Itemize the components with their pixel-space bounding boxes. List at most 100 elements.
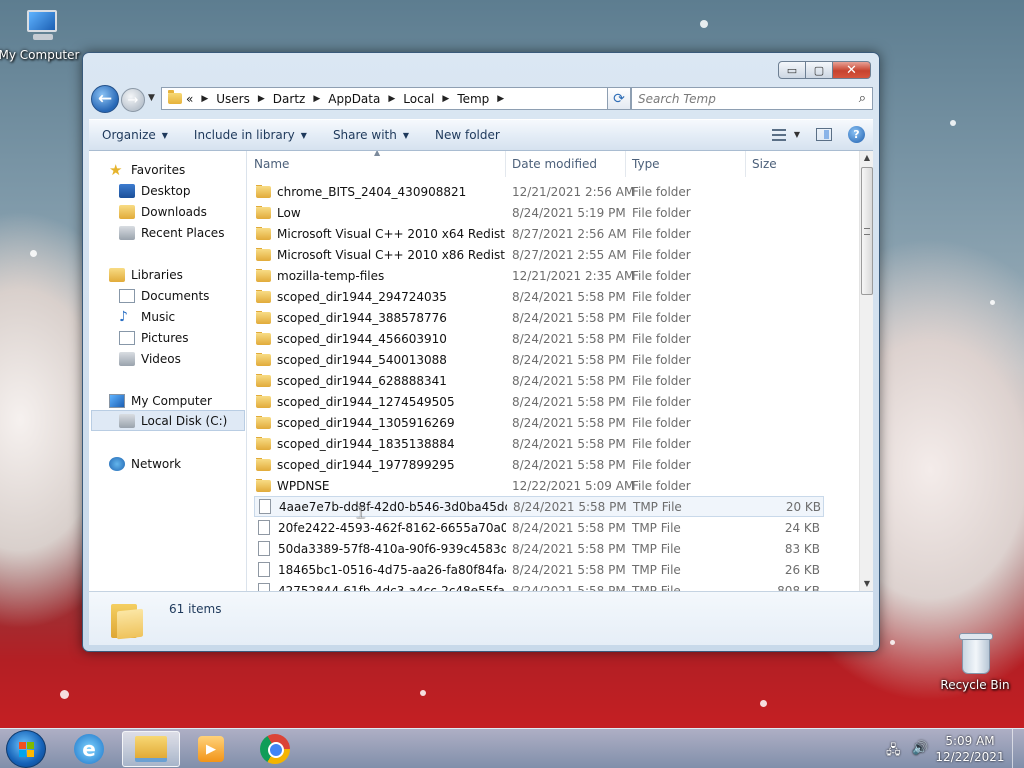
minimize-button[interactable]: ▭ xyxy=(778,61,806,79)
nav-pictures[interactable]: Pictures xyxy=(119,327,189,348)
table-row[interactable]: Microsoft Visual C++ 2010 x86 Redistrib.… xyxy=(254,244,824,265)
nav-my-computer[interactable]: My Computer xyxy=(109,390,212,411)
network-status-icon[interactable]: 🖧 xyxy=(886,741,902,758)
file-icon xyxy=(258,583,270,591)
address-prefix[interactable]: «▶ xyxy=(186,92,216,106)
breadcrumb-appdata[interactable]: AppData ▶ xyxy=(328,92,403,106)
table-row[interactable]: Low 8/24/2021 5:19 PM File folder xyxy=(254,202,824,223)
nav-desktop[interactable]: Desktop xyxy=(119,180,191,201)
help-icon[interactable]: ? xyxy=(848,126,865,143)
search-icon[interactable]: ⌕ xyxy=(859,91,866,106)
breadcrumb-local[interactable]: Local ▶ xyxy=(403,92,457,106)
table-row[interactable]: scoped_dir1944_628888341 8/24/2021 5:58 P… xyxy=(254,370,824,391)
table-row[interactable]: 50da3389-57f8-410a-90f6-939c4583d501.t..… xyxy=(254,538,824,559)
table-row[interactable]: scoped_dir1944_1977899295 8/24/2021 5:58 … xyxy=(254,454,824,475)
table-row[interactable]: scoped_dir1944_294724035 8/24/2021 5:58 P… xyxy=(254,286,824,307)
breadcrumb-dartz[interactable]: Dartz ▶ xyxy=(273,92,328,106)
scroll-up-arrow-icon[interactable]: ▲ xyxy=(860,151,874,165)
column-header-date-modified[interactable]: Date modified xyxy=(506,151,626,177)
table-row[interactable]: WPDNSE 12/22/2021 5:09 AM File folder xyxy=(254,475,824,496)
start-button[interactable] xyxy=(6,730,46,768)
volume-icon[interactable]: 🔊 xyxy=(912,741,928,756)
folder-icon xyxy=(256,184,271,198)
vertical-scrollbar[interactable]: ▲ ▼ xyxy=(859,151,873,591)
folder-icon xyxy=(256,226,271,240)
star-icon: ★ xyxy=(109,160,123,179)
scrollbar-thumb[interactable] xyxy=(861,167,873,295)
recent-pages-dropdown[interactable]: ▼ xyxy=(148,93,155,103)
nav-network[interactable]: Network xyxy=(109,453,181,474)
snowflake xyxy=(950,120,956,126)
search-input[interactable] xyxy=(638,91,838,106)
maximize-icon: ▢ xyxy=(813,63,825,77)
column-header-size[interactable]: Size xyxy=(746,151,826,177)
nav-music[interactable]: ♪ Music xyxy=(119,306,175,327)
breadcrumb-users[interactable]: Users ▶ xyxy=(216,92,273,106)
breadcrumb-temp[interactable]: Temp ▶ xyxy=(457,92,512,106)
desktop-icon-my-computer[interactable]: My Computer xyxy=(0,8,80,62)
table-row[interactable]: 4aae7e7b-dd8f-42d0-b546-3d0ba45dc20... 8/… xyxy=(254,496,824,517)
taskbar-chrome[interactable] xyxy=(246,731,304,767)
desktop-icon-recycle-bin[interactable]: Recycle Bin xyxy=(934,632,1016,692)
new-folder-button[interactable]: New folder xyxy=(422,128,513,142)
snowflake xyxy=(60,690,69,699)
table-row[interactable]: scoped_dir1944_456603910 8/24/2021 5:58 P… xyxy=(254,328,824,349)
chevron-right-icon[interactable]: ▶ xyxy=(442,94,449,104)
chevron-right-icon[interactable]: ▶ xyxy=(258,94,265,104)
date-modified-cell: 8/24/2021 5:58 PM xyxy=(512,310,626,325)
table-row[interactable]: scoped_dir1944_388578776 8/24/2021 5:58 P… xyxy=(254,307,824,328)
table-row[interactable]: mozilla-temp-files 12/21/2021 2:35 AM File… xyxy=(254,265,824,286)
nav-local-disk-c[interactable]: Local Disk (C:) xyxy=(91,410,245,431)
share-with-button[interactable]: Share with ▼ xyxy=(320,128,422,142)
table-row[interactable]: scoped_dir1944_540013088 8/24/2021 5:58 P… xyxy=(254,349,824,370)
include-in-library-button[interactable]: Include in library ▼ xyxy=(181,128,320,142)
date-modified-cell: 8/24/2021 5:58 PM xyxy=(512,436,626,451)
table-row[interactable]: 18465bc1-0516-4d75-aa26-fa80f84fa4a0.t..… xyxy=(254,559,824,580)
chevron-right-icon[interactable]: ▶ xyxy=(313,94,320,104)
file-icon xyxy=(258,562,270,577)
file-name-cell: scoped_dir1944_540013088 xyxy=(254,352,506,367)
taskbar-media-player[interactable]: ▶ xyxy=(182,731,240,767)
maximize-button[interactable]: ▢ xyxy=(806,61,833,79)
address-bar[interactable]: «▶ Users▶ Dartz▶ AppData▶ Local▶ Temp▶ ▼ xyxy=(161,87,627,110)
clock[interactable]: 5:09 AM 12/22/2021 xyxy=(930,733,1010,765)
file-name-cell: scoped_dir1944_294724035 xyxy=(254,289,506,304)
folder-icon xyxy=(168,90,182,104)
show-desktop-button[interactable] xyxy=(1012,729,1024,768)
chevron-down-icon[interactable]: ▼ xyxy=(794,130,800,139)
views-icon[interactable] xyxy=(771,128,788,141)
navigation-pane: ★ Favorites Desktop Downloads Recent Plac… xyxy=(89,151,247,591)
forward-button[interactable]: → xyxy=(121,88,145,112)
column-header-name[interactable]: Name ▲ xyxy=(248,151,506,177)
taskbar-windows-explorer[interactable] xyxy=(122,731,180,767)
snowflake xyxy=(30,250,37,257)
chevron-right-icon[interactable]: ▶ xyxy=(497,94,504,104)
column-header-type[interactable]: Type xyxy=(626,151,746,177)
table-row[interactable]: 42752844-61fb-4dc3-a4cc-2c48e55fa4e7.t..… xyxy=(254,580,824,591)
table-row[interactable]: scoped_dir1944_1305916269 8/24/2021 5:58 … xyxy=(254,412,824,433)
date-modified-cell: 8/24/2021 5:58 PM xyxy=(512,394,626,409)
nav-downloads[interactable]: Downloads xyxy=(119,201,207,222)
close-button[interactable]: ✕ xyxy=(833,61,871,79)
taskbar-internet-explorer[interactable]: e xyxy=(60,731,118,767)
chevron-right-icon[interactable]: ▶ xyxy=(388,94,395,104)
date-modified-cell: 8/24/2021 5:58 PM xyxy=(512,331,626,346)
table-row[interactable]: scoped_dir1944_1274549505 8/24/2021 5:58 … xyxy=(254,391,824,412)
scroll-down-arrow-icon[interactable]: ▼ xyxy=(860,577,874,591)
nav-libraries[interactable]: Libraries xyxy=(109,264,183,285)
snowflake xyxy=(760,700,767,707)
refresh-button[interactable]: ⟳ xyxy=(607,87,631,110)
nav-favorites[interactable]: ★ Favorites xyxy=(109,159,185,180)
table-row[interactable]: Microsoft Visual C++ 2010 x64 Redistrib.… xyxy=(254,223,824,244)
close-icon: ✕ xyxy=(846,62,857,78)
table-row[interactable]: scoped_dir1944_1835138884 8/24/2021 5:58 … xyxy=(254,433,824,454)
nav-recent-places[interactable]: Recent Places xyxy=(119,222,224,243)
back-button[interactable]: ← xyxy=(91,85,119,113)
nav-videos[interactable]: Videos xyxy=(119,348,181,369)
organize-button[interactable]: Organize ▼ xyxy=(89,128,181,142)
type-cell: File folder xyxy=(632,478,691,493)
table-row[interactable]: chrome_BITS_2404_430908821 12/21/2021 2:5… xyxy=(254,181,824,202)
table-row[interactable]: 20fe2422-4593-462f-8162-6655a70a014f.t..… xyxy=(254,517,824,538)
nav-documents[interactable]: Documents xyxy=(119,285,209,306)
preview-pane-icon[interactable] xyxy=(816,128,832,141)
